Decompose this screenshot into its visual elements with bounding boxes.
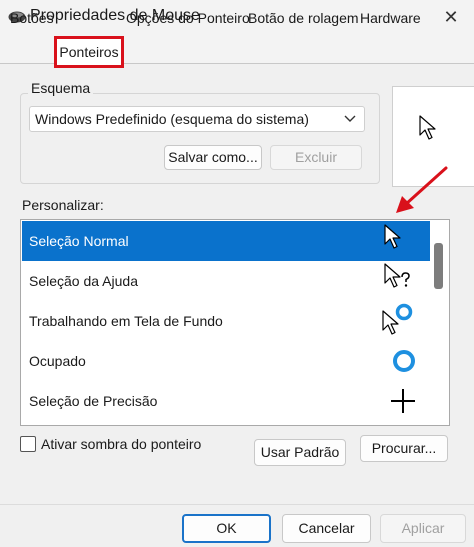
help-cursor-icon: [384, 263, 410, 288]
shadow-checkbox[interactable]: [20, 436, 36, 452]
list-item-label: Ocupado: [29, 353, 86, 369]
list-item-label: Seleção de Precisão: [29, 393, 158, 409]
arrow-cursor-icon: [384, 224, 401, 249]
tab-botao-de-rolagem[interactable]: Botão de rolagem: [248, 9, 359, 27]
tab-ponteiros[interactable]: Ponteiros: [54, 36, 124, 68]
ok-button[interactable]: OK: [182, 514, 271, 543]
busy-cursor-icon: [393, 350, 415, 372]
close-button[interactable]: ✕: [438, 6, 464, 28]
customize-label: Personalizar:: [22, 197, 104, 213]
list-item-normal-select[interactable]: Seleção Normal: [22, 221, 430, 261]
shadow-checkbox-label: Ativar sombra do ponteiro: [41, 436, 202, 452]
list-item-label: Seleção da Ajuda: [29, 273, 138, 289]
list-item-label: Trabalhando em Tela de Fundo: [29, 313, 223, 329]
list-item-working-in-background[interactable]: Trabalhando em Tela de Fundo: [22, 301, 430, 341]
list-item-help-select[interactable]: Seleção da Ajuda: [22, 261, 430, 301]
list-scrollbar-thumb[interactable]: [434, 243, 443, 289]
list-item-precision-select[interactable]: Seleção de Precisão: [22, 381, 430, 421]
save-as-button[interactable]: Salvar como...: [164, 145, 262, 170]
apply-button[interactable]: Aplicar: [380, 514, 466, 543]
tab-hardware[interactable]: Hardware: [360, 9, 421, 27]
crosshair-cursor-icon: [391, 389, 415, 413]
working-cursor-icon: [382, 303, 413, 335]
delete-button[interactable]: Excluir: [270, 145, 362, 170]
cursor-list[interactable]: Seleção Normal Seleção da Ajuda Trabalha…: [20, 219, 450, 426]
scheme-select-value: Windows Predefinido (esquema do sistema): [35, 111, 309, 127]
annotation-arrow-icon: [396, 166, 448, 213]
scheme-label: Esquema: [28, 80, 94, 97]
list-item-label: Seleção Normal: [29, 233, 129, 249]
tab-opcoes-do-ponteiro[interactable]: Opções do Ponteiro: [126, 9, 250, 27]
chevron-down-icon: [344, 115, 356, 122]
cancel-button[interactable]: Cancelar: [282, 514, 371, 543]
browse-button[interactable]: Procurar...: [360, 435, 448, 462]
arrow-cursor-icon: [419, 115, 436, 140]
tab-botoes[interactable]: Botões: [10, 9, 54, 27]
scheme-select[interactable]: Windows Predefinido (esquema do sistema): [29, 106, 365, 132]
list-item-busy[interactable]: Ocupado: [22, 341, 430, 381]
use-default-button[interactable]: Usar Padrão: [254, 439, 346, 466]
